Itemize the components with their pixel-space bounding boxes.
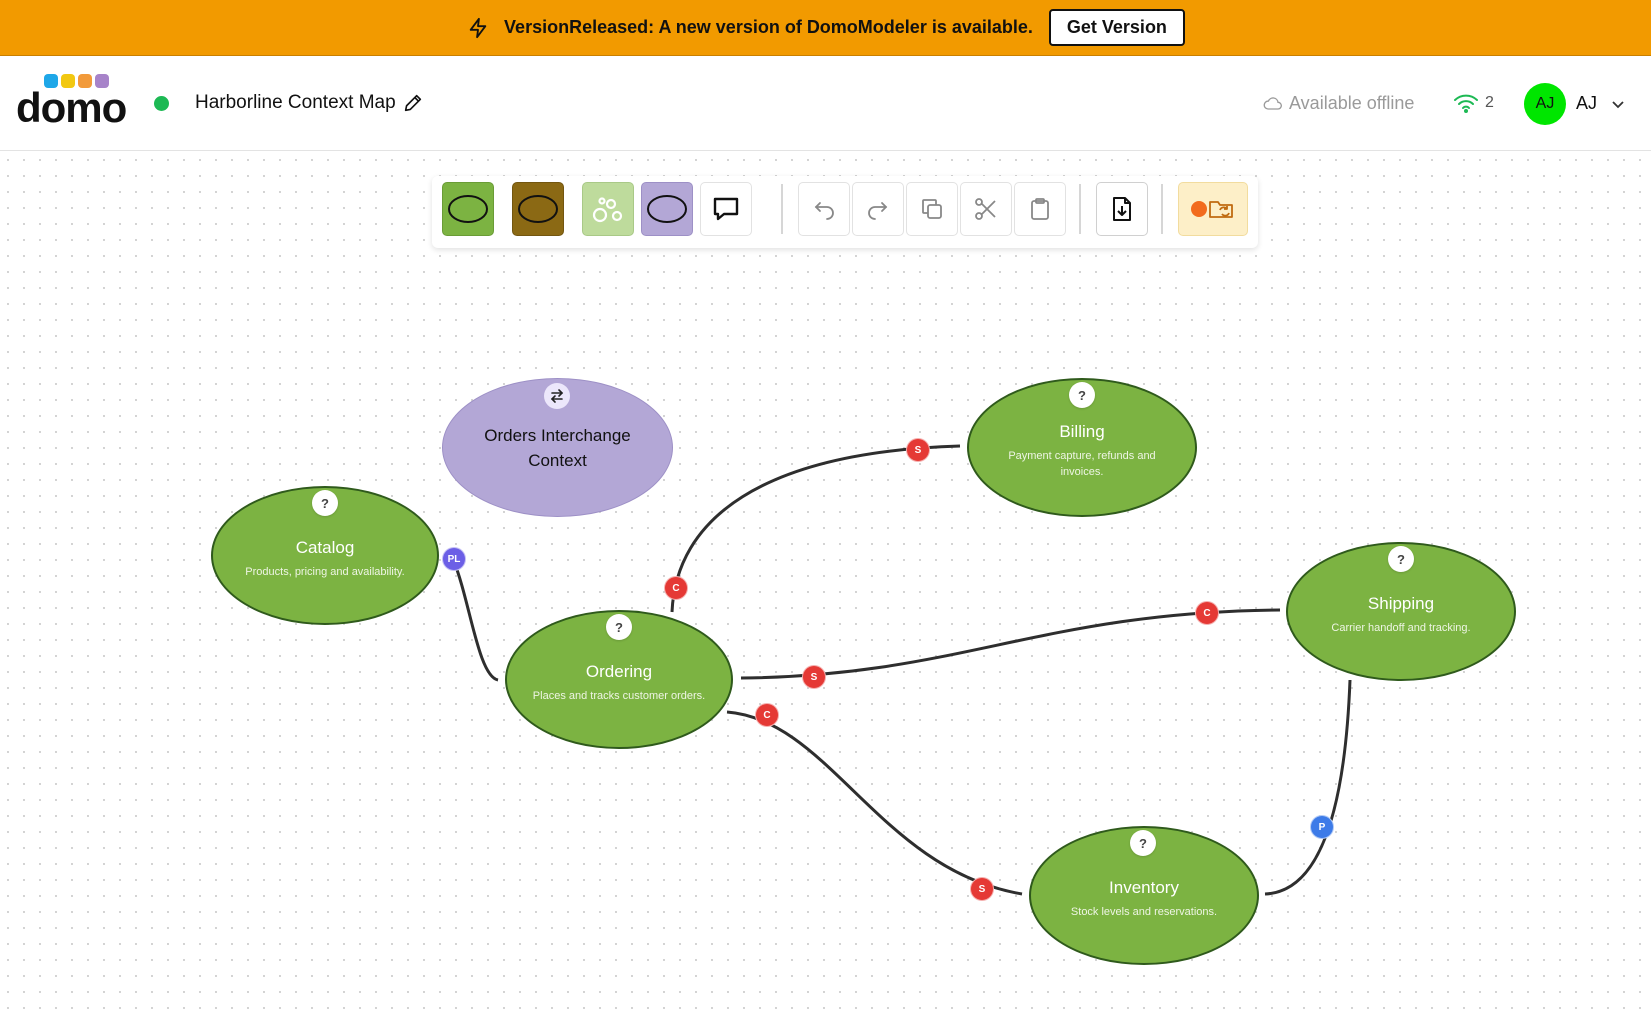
relation-badge-s[interactable]: S — [802, 665, 826, 689]
chevron-down-icon[interactable] — [1608, 94, 1628, 114]
app-header: domo Harborline Context Map Available of… — [0, 56, 1651, 151]
relation-badge-s[interactable]: S — [906, 438, 930, 462]
domo-logo[interactable]: domo — [16, 74, 127, 134]
ellipse-purple-icon — [647, 195, 687, 223]
help-badge[interactable]: ? — [1130, 830, 1156, 856]
redo-button[interactable] — [852, 182, 904, 236]
banner-message: VersionReleased: A new version of DomoMo… — [504, 17, 1033, 37]
ellipse-brown-icon — [518, 195, 558, 223]
cloud-icon — [1263, 96, 1282, 110]
interchange-name: Orders Interchange Context — [484, 425, 631, 470]
paste-button[interactable] — [1014, 182, 1066, 236]
file-download-icon — [1113, 197, 1131, 221]
undo-button[interactable] — [798, 182, 850, 236]
scissors-icon — [975, 198, 996, 220]
user-name[interactable]: AJ — [1576, 93, 1597, 114]
lightning-icon — [466, 16, 490, 40]
speech-bubble-icon — [713, 197, 739, 221]
toolbar-divider — [1161, 184, 1163, 234]
context-name: Shipping — [1367, 593, 1435, 613]
project-title[interactable]: Harborline Context Map — [195, 92, 396, 114]
context-description: Stock levels and reservations. — [1070, 905, 1218, 918]
context-description: Payment capture, refunds and invoices. — [1008, 449, 1156, 478]
bubbles-icon — [592, 197, 623, 223]
redo-icon — [868, 202, 888, 220]
relation-badge-c[interactable]: C — [1195, 601, 1219, 625]
relation-badge-pl[interactable]: PL — [442, 547, 466, 571]
offline-label: Available offline — [1289, 93, 1415, 113]
swap-arrows-icon — [544, 383, 570, 409]
relation-badge-p[interactable]: P — [1310, 815, 1334, 839]
add-domain-events-button[interactable] — [582, 182, 634, 236]
canvas-toolbar — [432, 176, 1258, 248]
help-badge[interactable]: ? — [1069, 382, 1095, 408]
record-dot-icon — [1191, 201, 1207, 217]
add-external-system-button[interactable] — [512, 182, 564, 236]
context-name: Billing — [1059, 421, 1105, 441]
toolbar-divider — [781, 184, 783, 234]
folder-sync-icon — [1209, 201, 1233, 218]
user-avatar[interactable]: AJ — [1524, 83, 1566, 125]
copy-button[interactable] — [906, 182, 958, 236]
help-badge[interactable]: ? — [1388, 546, 1414, 572]
connection-count: 2 — [1485, 94, 1494, 111]
cut-button[interactable] — [960, 182, 1012, 236]
sync-status-dot — [154, 96, 169, 111]
clipboard-icon — [1031, 198, 1049, 220]
ellipse-green-icon — [448, 195, 488, 223]
context-description: Products, pricing and availability. — [245, 565, 405, 578]
add-interchange-context-button[interactable] — [641, 182, 693, 236]
export-button[interactable] — [1096, 182, 1148, 236]
relation-badge-c[interactable]: C — [755, 703, 779, 727]
get-version-button[interactable]: Get Version — [1048, 9, 1185, 46]
wifi-icon — [1454, 94, 1478, 113]
add-comment-button[interactable] — [700, 182, 752, 236]
version-banner: VersionReleased: A new version of DomoMo… — [0, 0, 1651, 56]
pencil-icon[interactable] — [402, 92, 426, 116]
context-description: Carrier handoff and tracking. — [1331, 621, 1471, 634]
context-name: Inventory — [1109, 877, 1179, 897]
help-badge[interactable]: ? — [312, 490, 338, 516]
undo-icon — [814, 202, 834, 220]
context-description: Places and tracks customer orders. — [532, 689, 706, 702]
help-badge[interactable]: ? — [606, 614, 632, 640]
logo-text: domo — [16, 84, 127, 131]
relation-badge-s[interactable]: S — [970, 877, 994, 901]
context-name: Ordering — [585, 661, 653, 681]
sync-record-button[interactable] — [1178, 182, 1248, 236]
toolbar-divider — [1079, 184, 1081, 234]
copy-icon — [922, 199, 942, 219]
add-bounded-context-button[interactable] — [442, 182, 494, 236]
relation-badge-c[interactable]: C — [664, 576, 688, 600]
context-name: Catalog — [295, 537, 355, 557]
connection-status[interactable]: 2 — [1453, 93, 1494, 113]
offline-status: Available offline — [1263, 93, 1414, 114]
